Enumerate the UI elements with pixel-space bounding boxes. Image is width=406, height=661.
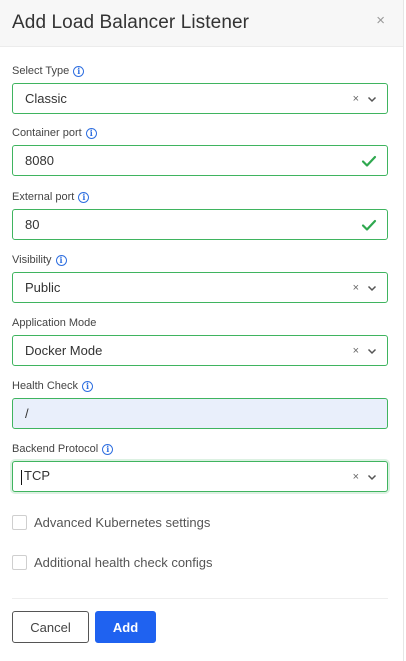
additional-health-checkbox[interactable]: [12, 555, 27, 570]
backend-protocol-value-wrap: TCP: [21, 468, 353, 485]
select-controls: ×: [353, 471, 377, 483]
container-port-label-text: Container port: [12, 127, 82, 139]
select-type-select[interactable]: Classic ×: [12, 83, 388, 114]
text-cursor: [21, 469, 22, 485]
select-type-label: Select Type i: [12, 64, 388, 78]
chevron-down-icon[interactable]: [367, 94, 377, 104]
select-controls: ×: [353, 345, 377, 357]
container-port-label: Container port i: [12, 126, 388, 140]
chevron-down-icon[interactable]: [367, 346, 377, 356]
select-controls: ×: [353, 93, 377, 105]
health-check-label: Health Check i: [12, 379, 388, 393]
application-mode-value: Docker Mode: [25, 343, 103, 358]
backend-protocol-value: TCP: [24, 468, 50, 484]
external-port-field: External port i 80: [12, 190, 388, 240]
checkmark-icon: [361, 155, 377, 167]
info-icon[interactable]: i: [55, 254, 67, 266]
advanced-kubernetes-label: Advanced Kubernetes settings: [34, 515, 211, 530]
health-check-field: Health Check i /: [12, 379, 388, 429]
visibility-value: Public: [25, 280, 61, 295]
footer-divider: [12, 598, 388, 599]
visibility-label-text: Visibility: [12, 254, 52, 266]
additional-health-checkbox-row[interactable]: Additional health check configs: [12, 555, 213, 570]
info-icon[interactable]: i: [78, 191, 90, 203]
select-controls: ×: [353, 282, 377, 294]
container-port-field: Container port i 8080: [12, 126, 388, 176]
modal-title: Add Load Balancer Listener: [12, 12, 250, 33]
modal-header: Add Load Balancer Listener ×: [0, 0, 403, 47]
health-check-value: /: [25, 406, 29, 421]
info-icon[interactable]: i: [73, 65, 85, 77]
clear-icon[interactable]: ×: [353, 471, 359, 483]
cancel-button[interactable]: Cancel: [12, 611, 89, 643]
visibility-label: Visibility i: [12, 253, 388, 267]
clear-icon[interactable]: ×: [353, 345, 359, 357]
add-button[interactable]: Add: [95, 611, 156, 643]
application-mode-select[interactable]: Docker Mode ×: [12, 335, 388, 366]
select-type-field: Select Type i Classic ×: [12, 64, 388, 114]
additional-health-label: Additional health check configs: [34, 555, 213, 570]
chevron-down-icon[interactable]: [367, 472, 377, 482]
backend-protocol-select[interactable]: TCP ×: [12, 461, 388, 492]
external-port-label-text: External port: [12, 191, 75, 203]
application-mode-field: Application Mode Docker Mode ×: [12, 316, 388, 366]
select-type-label-text: Select Type: [12, 65, 70, 77]
advanced-kubernetes-checkbox-row[interactable]: Advanced Kubernetes settings: [12, 515, 210, 530]
info-icon[interactable]: i: [82, 380, 94, 392]
advanced-kubernetes-checkbox[interactable]: [12, 515, 27, 530]
backend-protocol-label: Backend Protocol i: [12, 442, 388, 456]
chevron-down-icon[interactable]: [367, 283, 377, 293]
info-icon[interactable]: i: [102, 443, 114, 455]
container-port-value: 8080: [25, 153, 54, 168]
external-port-label: External port i: [12, 190, 388, 204]
application-mode-label: Application Mode: [12, 316, 388, 330]
health-check-input[interactable]: /: [12, 398, 388, 429]
visibility-select[interactable]: Public ×: [12, 272, 388, 303]
info-icon[interactable]: i: [85, 127, 97, 139]
clear-icon[interactable]: ×: [353, 93, 359, 105]
application-mode-label-text: Application Mode: [12, 317, 97, 329]
health-check-label-text: Health Check: [12, 380, 79, 392]
close-icon[interactable]: ×: [376, 13, 385, 28]
clear-icon[interactable]: ×: [353, 282, 359, 294]
external-port-input[interactable]: 80: [12, 209, 388, 240]
add-listener-modal: Add Load Balancer Listener × Select Type…: [0, 0, 404, 661]
select-type-value: Classic: [25, 91, 67, 106]
backend-protocol-label-text: Backend Protocol: [12, 443, 99, 455]
container-port-input[interactable]: 8080: [12, 145, 388, 176]
external-port-value: 80: [25, 217, 40, 232]
checkmark-icon: [361, 219, 377, 231]
backend-protocol-field: Backend Protocol i TCP ×: [12, 442, 388, 492]
visibility-field: Visibility i Public ×: [12, 253, 388, 303]
